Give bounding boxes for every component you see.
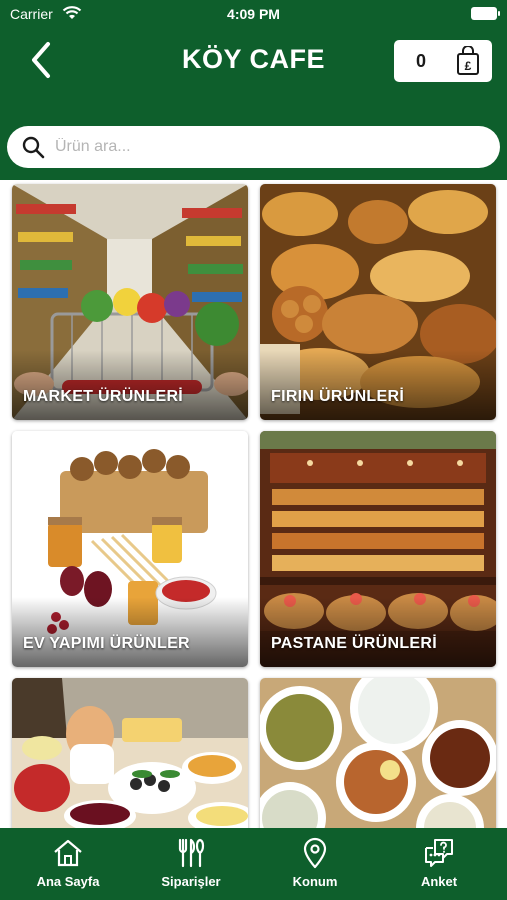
category-label: PASTANE ÜRÜNLERİ bbox=[271, 635, 437, 652]
category-label: FIRIN ÜRÜNLERİ bbox=[271, 388, 405, 405]
category-tile-homemade[interactable]: EV YAPIMI ÜRÜNLER bbox=[12, 431, 248, 667]
tab-survey[interactable]: Anket bbox=[376, 828, 502, 900]
search-icon bbox=[22, 136, 45, 159]
battery-icon bbox=[471, 7, 500, 20]
app-header: Carrier 4:09 PM KÖY CAFE 0 £ bbox=[0, 0, 507, 180]
search-bar[interactable] bbox=[7, 126, 500, 168]
cart-count: 0 bbox=[416, 51, 427, 71]
tab-label: Ana Sayfa bbox=[36, 874, 100, 889]
location-pin-icon bbox=[303, 837, 327, 869]
category-label: MARKET ÜRÜNLERİ bbox=[23, 388, 184, 405]
category-tile-breakfast[interactable] bbox=[12, 678, 248, 828]
clock: 4:09 PM bbox=[227, 6, 280, 22]
category-tile-bakery[interactable]: FIRIN ÜRÜNLERİ bbox=[260, 184, 496, 420]
tab-location[interactable]: Konum bbox=[252, 828, 378, 900]
category-label: EV YAPIMI ÜRÜNLER bbox=[23, 635, 190, 652]
cutlery-icon bbox=[178, 838, 205, 868]
tab-bar: Ana Sayfa Siparişler Konum Anket bbox=[0, 828, 507, 900]
tile-shade bbox=[12, 597, 248, 667]
shopping-bag-icon: £ bbox=[457, 46, 479, 75]
status-bar: Carrier 4:09 PM bbox=[0, 0, 507, 28]
category-tile-pastry[interactable]: PASTANE ÜRÜNLERİ bbox=[260, 431, 496, 667]
category-grid: MARKET ÜRÜNLERİ FIRIN ÜRÜNLERİ EV YAPIMI… bbox=[0, 180, 507, 828]
tile-shade bbox=[260, 350, 496, 420]
meze-photo bbox=[260, 678, 496, 828]
category-tile-market[interactable]: MARKET ÜRÜNLERİ bbox=[12, 184, 248, 420]
cart-button[interactable]: 0 £ bbox=[394, 40, 492, 82]
category-tile-meze[interactable] bbox=[260, 678, 496, 828]
tab-home[interactable]: Ana Sayfa bbox=[5, 828, 131, 900]
currency-symbol: £ bbox=[465, 59, 472, 73]
tab-label: Siparişler bbox=[161, 874, 221, 889]
tab-label: Anket bbox=[420, 874, 458, 889]
tab-label: Konum bbox=[292, 874, 338, 889]
survey-chat-icon bbox=[425, 839, 453, 867]
breakfast-photo bbox=[12, 678, 248, 828]
tab-orders[interactable]: Siparişler bbox=[128, 828, 254, 900]
search-input[interactable] bbox=[55, 135, 475, 159]
tile-shade bbox=[260, 597, 496, 667]
tile-shade bbox=[12, 350, 248, 420]
home-icon bbox=[54, 839, 82, 867]
